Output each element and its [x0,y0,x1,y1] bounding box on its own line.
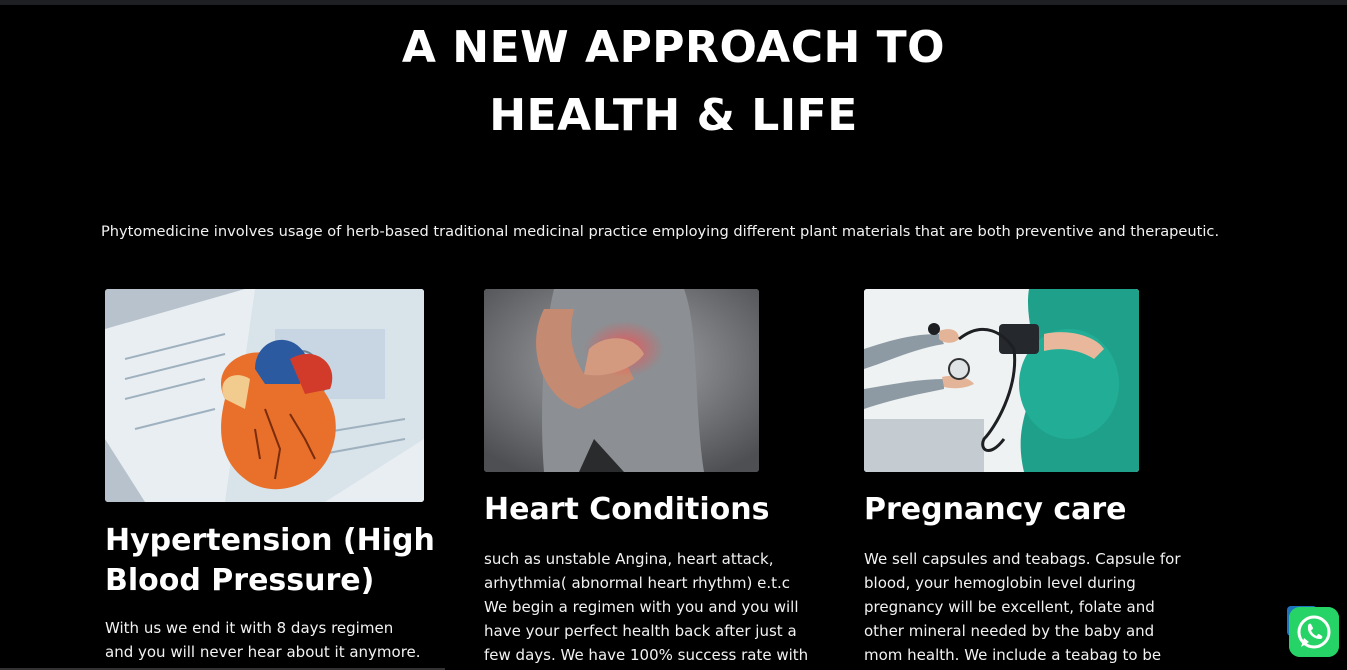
heart-model-image [105,289,424,502]
chest-pain-image [484,289,759,472]
service-card-hypertension: Hypertension (High Blood Pressure) With … [105,289,435,664]
hero-title-line-2: HEALTH & LIFE [489,90,858,141]
pregnancy-checkup-image [864,289,1139,472]
hero-title: A NEW APPROACH TO HEALTH & LIFE [0,14,1347,150]
hero-title-line-1: A NEW APPROACH TO [401,22,946,73]
intro-text: Phytomedicine involves usage of herb-bas… [101,223,1220,240]
card-title: Heart Conditions [484,492,770,527]
whatsapp-icon[interactable] [1289,607,1339,657]
card-text: We sell capsules and teabags. Capsule fo… [864,550,1181,664]
service-card-heart-conditions: Heart Conditions such as unstable Angina… [484,289,814,667]
top-bar [0,0,1347,5]
card-text: With us we end it with 8 days regimen an… [105,619,421,661]
card-title: Hypertension (High Blood Pressure) [105,523,435,598]
card-title: Pregnancy care [864,492,1127,527]
service-card-pregnancy-care: Pregnancy care We sell capsules and teab… [864,289,1194,667]
card-text: such as unstable Angina, heart attack, a… [484,550,809,664]
